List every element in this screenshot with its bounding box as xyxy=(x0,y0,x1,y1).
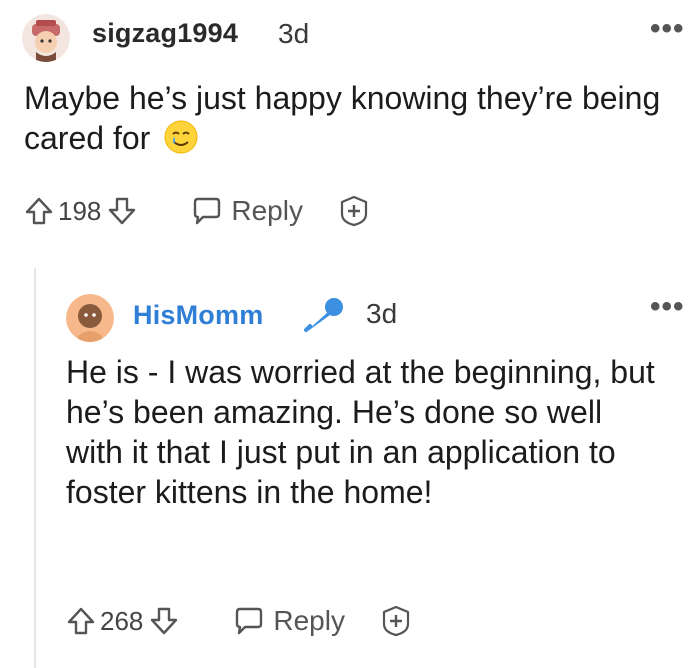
award-button[interactable] xyxy=(379,604,413,638)
comment-hismomm: HisMomm 3d ••• He is - I was worried at … xyxy=(0,268,700,668)
microphone-icon xyxy=(302,296,346,339)
reply-bubble-icon xyxy=(194,197,221,225)
downvote-icon xyxy=(151,607,178,635)
award-plus-icon xyxy=(382,605,410,637)
user-avatar[interactable] xyxy=(22,14,70,62)
comment-body: Maybe he’s just happy knowing they’re be… xyxy=(24,78,684,164)
vote-score: 198 xyxy=(58,195,102,226)
timestamp: 3d xyxy=(366,298,398,329)
comment-body: He is - I was worried at the beginning, … xyxy=(66,354,655,510)
downvote-button[interactable] xyxy=(149,606,179,636)
comment-sigzag1994: sigzag1994 3d ••• Maybe he’s just happy … xyxy=(0,0,700,250)
username[interactable]: HisMomm xyxy=(133,300,263,331)
comment-text: Maybe he’s just happy knowing they’re be… xyxy=(24,80,661,156)
reply-button[interactable]: Reply xyxy=(233,605,345,637)
upvote-icon xyxy=(25,197,53,225)
upvote-icon xyxy=(67,607,95,635)
upvote-button[interactable] xyxy=(66,606,96,636)
timestamp: 3d xyxy=(278,18,310,49)
reply-button[interactable]: Reply xyxy=(191,195,303,227)
reply-label: Reply xyxy=(273,605,345,636)
user-avatar[interactable] xyxy=(66,294,114,342)
more-options-icon[interactable]: ••• xyxy=(650,14,685,44)
downvote-icon xyxy=(109,197,136,225)
downvote-button[interactable] xyxy=(107,196,137,226)
smiling-tear-emoji xyxy=(163,119,199,164)
reply-bubble-icon xyxy=(236,607,263,635)
username[interactable]: sigzag1994 xyxy=(92,18,238,49)
upvote-button[interactable] xyxy=(24,196,54,226)
more-options-icon[interactable]: ••• xyxy=(650,292,685,322)
comment-actions: 268 Reply xyxy=(66,604,413,638)
award-button[interactable] xyxy=(337,194,371,228)
vote-score: 268 xyxy=(100,605,144,636)
reply-label: Reply xyxy=(231,195,303,226)
comment-actions: 198 Reply xyxy=(24,194,371,228)
award-plus-icon xyxy=(340,195,368,227)
